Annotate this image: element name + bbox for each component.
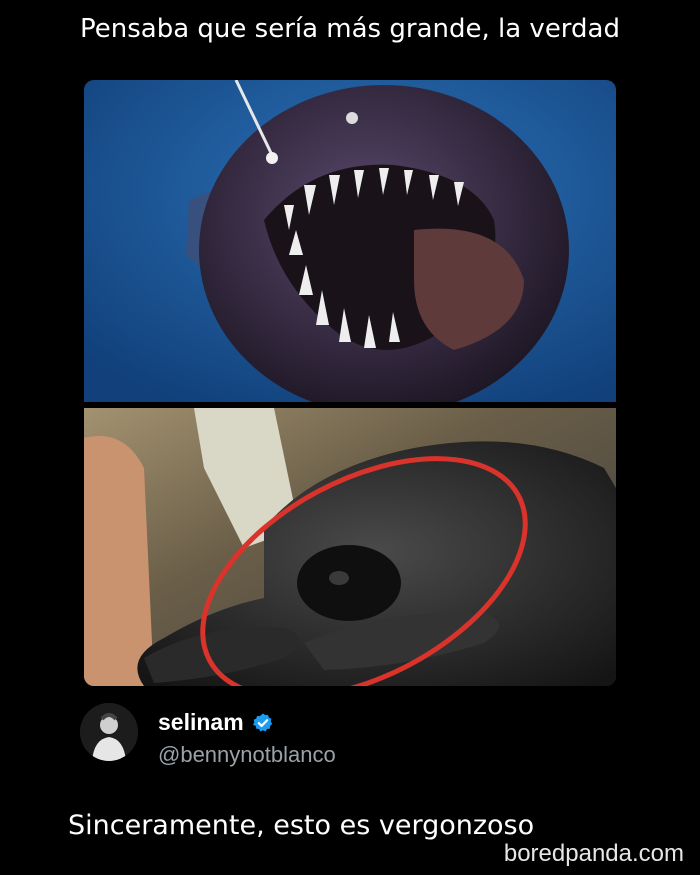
avatar-photo-icon (80, 703, 138, 761)
meme-caption: Pensaba que sería más grande, la verdad (80, 14, 620, 44)
post-text: Sinceramente, esto es vergonzoso (68, 810, 535, 841)
gloved-hand-photo (84, 408, 616, 686)
post-author[interactable]: selinam (158, 709, 274, 736)
meme-image-card (84, 80, 616, 686)
user-handle[interactable]: @bennynotblanco (158, 742, 336, 768)
watermark: boredpanda.com (503, 840, 684, 867)
verified-badge-icon (252, 712, 272, 731)
display-name[interactable]: selinam (158, 709, 244, 736)
anglerfish-photo (84, 80, 616, 402)
avatar[interactable] (80, 703, 138, 761)
